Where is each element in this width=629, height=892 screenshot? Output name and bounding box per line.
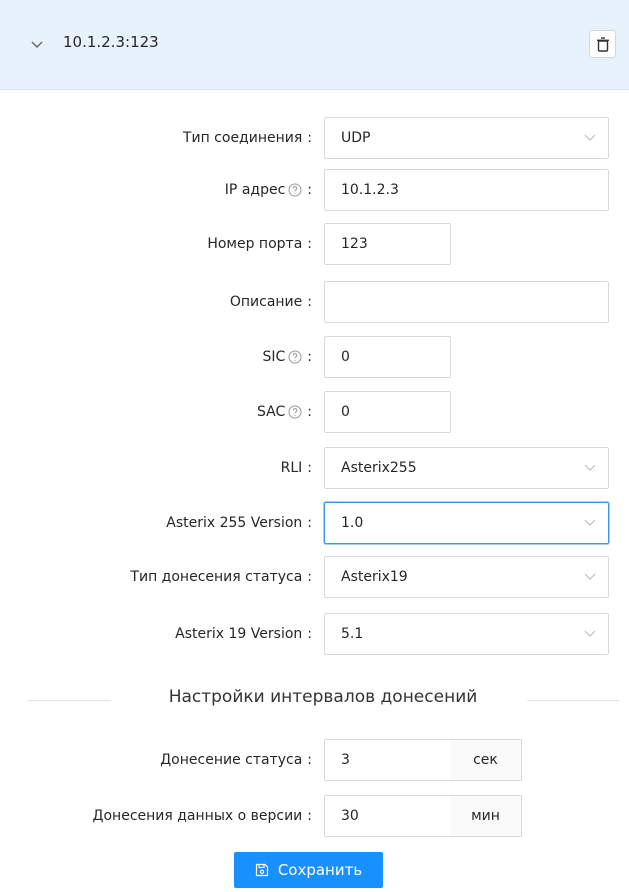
form-row-sac: SAC : 0 — [0, 391, 629, 433]
status-report-type-value: Asterix19 — [341, 569, 408, 585]
form-row-connection-type: Тип соединения: UDP — [0, 117, 629, 159]
version-report-interval-input[interactable]: 30 — [324, 795, 451, 837]
chevron-down-icon — [584, 519, 596, 526]
asterix255-version-value: 1.0 — [341, 515, 364, 531]
asterix19-version-value: 5.1 — [341, 626, 364, 642]
sac-input[interactable]: 0 — [324, 391, 451, 433]
panel-title: 10.1.2.3:123 — [63, 33, 159, 51]
version-report-interval-label: Донесения данных о версии: — [92, 808, 312, 824]
save-button[interactable]: Сохранить — [234, 852, 383, 888]
sac-value: 0 — [341, 404, 350, 420]
form-row-rli: RLI: Asterix255 — [0, 447, 629, 489]
ip-address-input[interactable]: 10.1.2.3 — [324, 169, 609, 211]
chevron-down-icon — [584, 573, 596, 580]
version-report-interval-value: 30 — [341, 808, 359, 824]
form-row-description: Описание: — [0, 281, 629, 323]
port-label: Номер порта: — [207, 236, 312, 252]
intervals-section-divider: Настройки интервалов донесений — [27, 680, 619, 720]
version-report-unit: мин — [450, 795, 522, 837]
floppy-disk-icon — [255, 863, 268, 877]
asterix255-version-label: Asterix 255 Version: — [166, 515, 312, 531]
status-report-type-select[interactable]: Asterix19 — [324, 556, 609, 598]
sac-label: SAC : — [257, 404, 312, 420]
asterix255-version-select[interactable]: 1.0 — [324, 502, 609, 544]
save-button-label: Сохранить — [277, 861, 363, 879]
ip-address-label: IP адрес : — [224, 182, 312, 198]
form-row-version-report-interval: Донесения данных о версии: 30 мин — [0, 795, 629, 837]
description-input[interactable] — [324, 281, 609, 323]
connection-type-label: Тип соединения: — [182, 130, 312, 146]
question-circle-icon[interactable] — [288, 405, 302, 419]
rli-label: RLI: — [280, 460, 312, 476]
status-report-interval-label: Донесение статуса: — [160, 752, 312, 768]
status-report-type-label: Тип донесения статуса: — [130, 569, 312, 585]
ip-address-value: 10.1.2.3 — [341, 182, 399, 198]
sic-value: 0 — [341, 349, 350, 365]
port-input[interactable]: 123 — [324, 223, 451, 265]
form-row-status-report-interval: Донесение статуса: 3 сек — [0, 739, 629, 781]
sic-label: SIC : — [262, 349, 312, 365]
chevron-down-icon — [584, 134, 596, 141]
status-report-interval-input[interactable]: 3 — [324, 739, 451, 781]
form-row-port: Номер порта: 123 — [0, 223, 629, 265]
intervals-section-title: Настройки интервалов донесений — [168, 687, 478, 707]
description-label: Описание: — [229, 294, 312, 310]
asterix19-version-select[interactable]: 5.1 — [324, 613, 609, 655]
form-row-asterix19-version: Asterix 19 Version: 5.1 — [0, 613, 629, 655]
status-report-interval-value: 3 — [341, 752, 350, 768]
rli-select[interactable]: Asterix255 — [324, 447, 609, 489]
form-row-asterix255-version: Asterix 255 Version: 1.0 — [0, 502, 629, 544]
status-report-unit: сек — [450, 739, 522, 781]
chevron-down-icon — [584, 464, 596, 471]
asterix19-version-label: Asterix 19 Version: — [175, 626, 312, 642]
form-row-sic: SIC : 0 — [0, 336, 629, 378]
connection-type-value: UDP — [341, 130, 371, 146]
panel-header[interactable]: 10.1.2.3:123 — [0, 0, 629, 90]
port-value: 123 — [341, 236, 368, 252]
rli-value: Asterix255 — [341, 460, 417, 476]
form-row-status-report-type: Тип донесения статуса: Asterix19 — [0, 556, 629, 598]
sic-input[interactable]: 0 — [324, 336, 451, 378]
form-row-ip-address: IP адрес : 10.1.2.3 — [0, 169, 629, 211]
chevron-down-icon — [584, 630, 596, 637]
chevron-down-icon[interactable] — [29, 36, 45, 52]
delete-button[interactable] — [589, 30, 616, 58]
question-circle-icon[interactable] — [288, 350, 302, 364]
trash-icon — [597, 37, 609, 52]
question-circle-icon[interactable] — [288, 183, 302, 197]
connection-type-select[interactable]: UDP — [324, 117, 609, 159]
